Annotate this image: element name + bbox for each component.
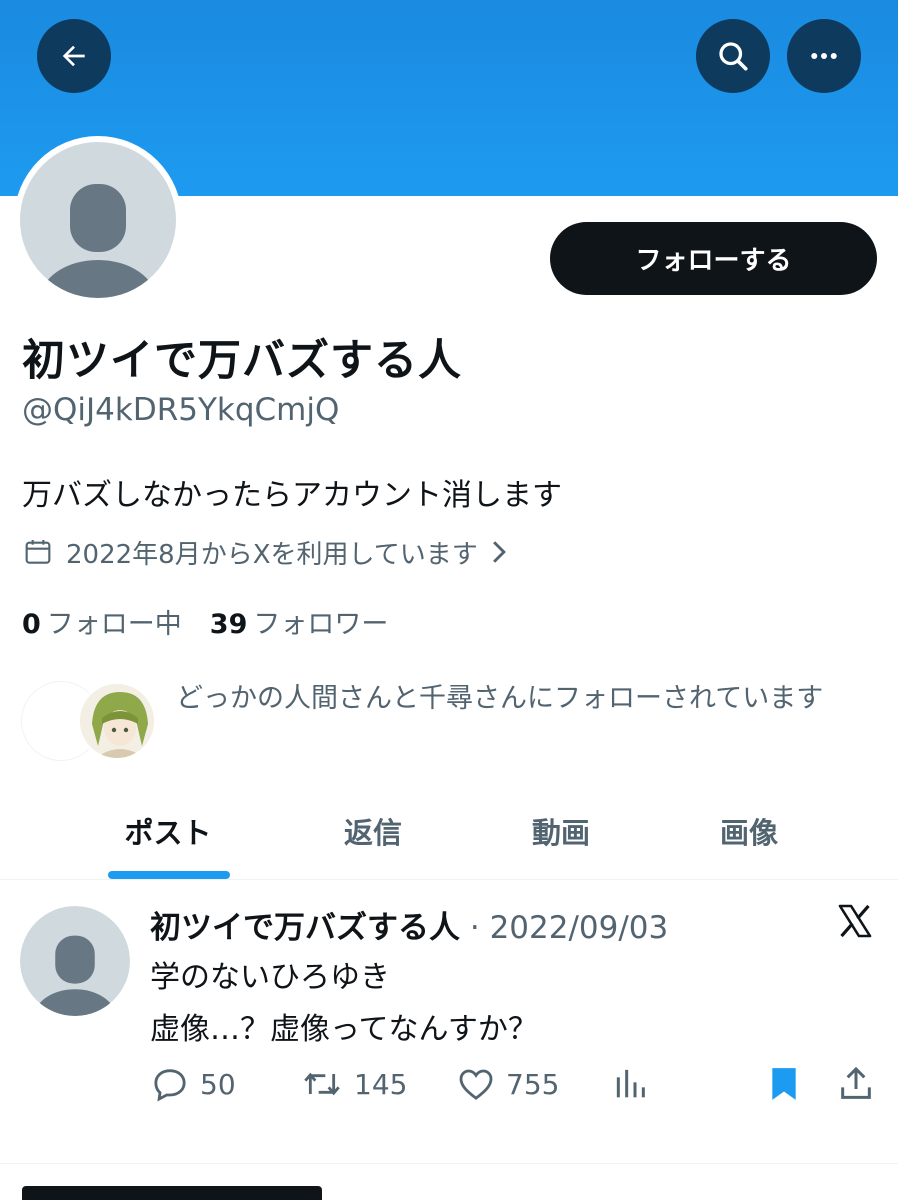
post[interactable]: 初ツイで万バズする人 · 2022/09/03 学のないひろゆき 虚像…？虚像っ…	[0, 880, 898, 1164]
follower-avatar	[78, 682, 156, 760]
more-button[interactable]	[787, 19, 861, 93]
back-button[interactable]	[37, 19, 111, 93]
following-count: 0	[22, 609, 41, 640]
tab-replies[interactable]: 返信	[290, 796, 456, 880]
display-name: 初ツイで万バズする人	[22, 336, 462, 386]
search-button[interactable]	[696, 19, 770, 93]
views-button[interactable]	[610, 1062, 660, 1106]
x-logo-icon	[836, 902, 874, 944]
bookmark-icon	[772, 1068, 796, 1100]
profile-tabs: ポスト 返信 動画 画像	[0, 796, 898, 880]
profile-avatar[interactable]	[14, 136, 182, 304]
active-tab-indicator	[108, 871, 230, 879]
repost-button[interactable]: 145	[300, 1062, 407, 1106]
followers-link[interactable]: 39 フォロワー	[210, 602, 389, 641]
post-date[interactable]: 2022/09/03	[490, 910, 669, 946]
search-icon	[719, 42, 748, 71]
post-actions: 50 145 755	[150, 1062, 878, 1106]
bookmark-button[interactable]	[764, 1062, 814, 1106]
post-avatar[interactable]	[20, 906, 130, 1016]
joined-date[interactable]: 2022年8月からXを利用しています	[22, 534, 510, 570]
following-label: フォロー中	[46, 609, 182, 640]
repost-icon	[304, 1072, 340, 1096]
next-post-peek	[22, 1186, 322, 1200]
analytics-icon	[616, 1069, 645, 1098]
followers-label: フォロワー	[253, 609, 389, 640]
tab-images[interactable]: 画像	[666, 796, 832, 880]
heart-icon	[459, 1069, 493, 1100]
post-line: 学のないひろゆき	[150, 960, 390, 995]
user-handle: @QiJ4kDR5YkqCmjQ	[22, 392, 340, 428]
followed-by-text: どっかの人間さんと千尋さんにフォローされています	[176, 683, 824, 714]
default-avatar-icon	[40, 184, 156, 298]
share-icon	[841, 1066, 871, 1099]
like-count: 755	[506, 1067, 560, 1101]
calendar-icon	[22, 536, 54, 568]
chevron-right-icon	[488, 539, 510, 565]
post-author[interactable]: 初ツイで万バズする人	[150, 910, 460, 946]
reply-button[interactable]: 50	[150, 1062, 236, 1106]
follow-stats: 0 フォロー中 39 フォロワー	[22, 602, 388, 641]
tab-videos[interactable]: 動画	[478, 796, 644, 880]
follow-button[interactable]: フォローする	[550, 222, 877, 295]
repost-count: 145	[354, 1067, 408, 1101]
joined-text: 2022年8月からXを利用しています	[66, 539, 478, 570]
reply-count: 50	[200, 1067, 236, 1101]
post-separator: ·	[469, 910, 480, 946]
default-avatar-icon	[34, 935, 116, 1016]
reply-icon	[154, 1069, 186, 1102]
like-button[interactable]: 755	[456, 1062, 559, 1106]
arrow-left-icon	[62, 45, 85, 67]
post-header: 初ツイで万バズする人 · 2022/09/03	[150, 902, 668, 947]
post-line: 虚像…？虚像ってなんすか？	[150, 1012, 538, 1047]
followed-by-row[interactable]: どっかの人間さんと千尋さんにフォローされています	[22, 676, 882, 766]
followers-count: 39	[209, 609, 248, 640]
post-text: 学のないひろゆき 虚像…？虚像ってなんすか？	[150, 952, 538, 1056]
profile-bio: 万バズしなかったらアカウント消します	[22, 478, 562, 513]
share-button[interactable]	[836, 1062, 886, 1106]
following-link[interactable]: 0 フォロー中	[22, 602, 182, 641]
tab-posts[interactable]: ポスト	[80, 796, 256, 880]
more-horizontal-icon	[811, 53, 837, 59]
